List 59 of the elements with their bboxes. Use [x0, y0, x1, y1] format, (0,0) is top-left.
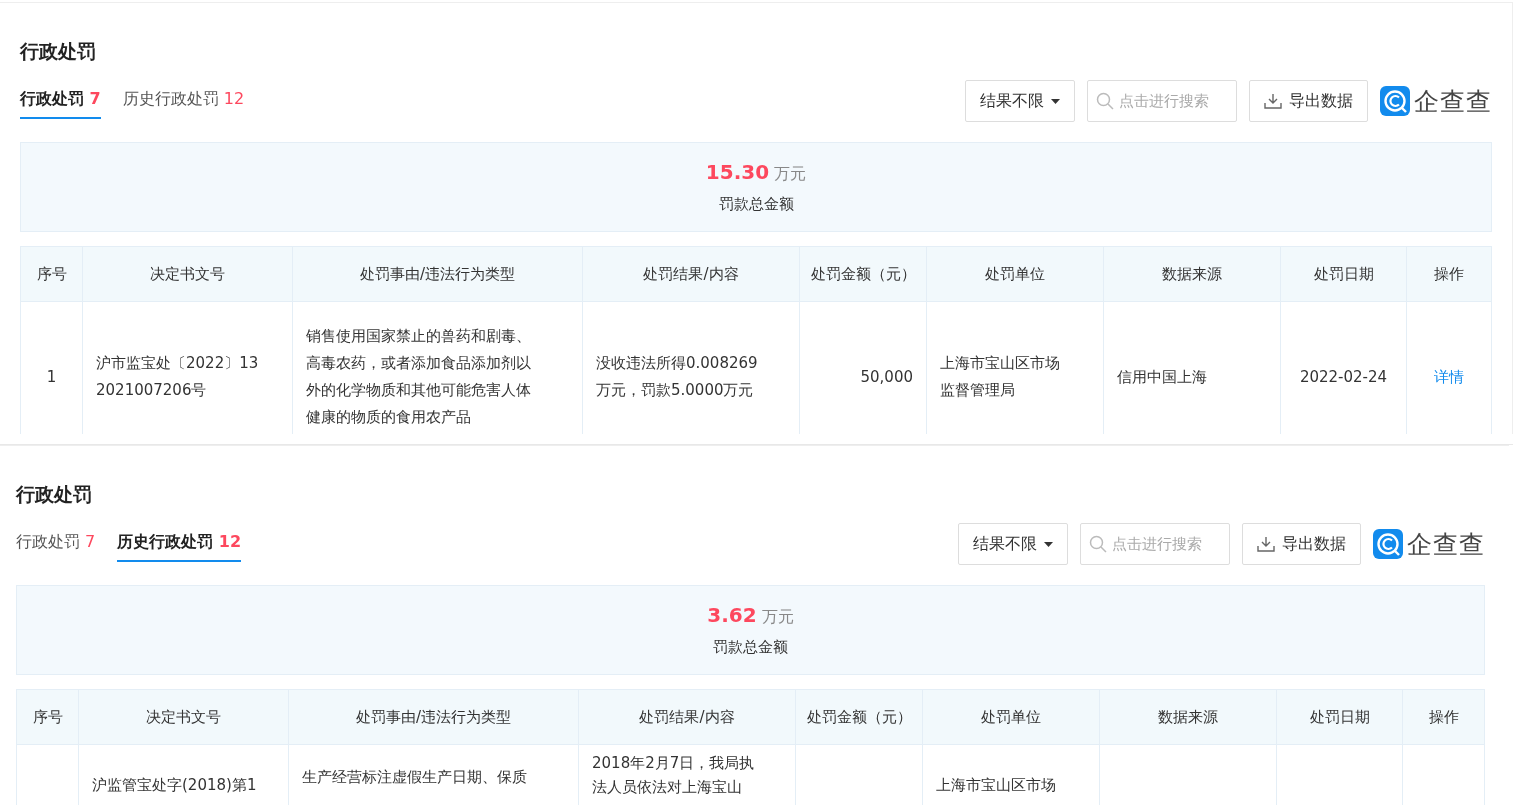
- column-header: 处罚事由/违法行为类型: [293, 247, 583, 301]
- column-header: 决定书文号: [79, 690, 289, 744]
- column-header: 数据来源: [1100, 690, 1277, 744]
- caret-icon: [1051, 98, 1060, 104]
- summary-label: 罚款总金额: [713, 638, 788, 657]
- summary-label: 罚款总金额: [718, 195, 794, 214]
- total-amount: 15.30: [705, 160, 770, 184]
- penalty-result: 2018年2月7日，我局执法人员依法对上海宝山: [592, 753, 756, 798]
- download-icon: [1257, 536, 1275, 552]
- penalty-amount: 50,000: [860, 366, 913, 388]
- column-header: 操作: [1427, 706, 1460, 728]
- decision-number: 沪监管宝处字(2018)第1: [92, 775, 257, 796]
- column-header: 处罚金额（元）: [800, 247, 927, 301]
- column-header: 操作: [1433, 263, 1465, 285]
- penalty-date: 2022-02-24: [1299, 366, 1388, 388]
- column-header: 处罚单位: [923, 690, 1100, 744]
- section-title: 行政处罚: [16, 482, 93, 507]
- search-field[interactable]: 点击进行搜索: [1080, 523, 1230, 565]
- logo-text: 企查查: [1407, 528, 1485, 561]
- export-button[interactable]: 导出数据: [1249, 80, 1368, 122]
- export-button[interactable]: 导出数据: [1242, 523, 1361, 565]
- tab[interactable]: 历史行政处罚 12: [117, 526, 242, 562]
- column-header: 序号: [17, 690, 79, 744]
- filter-dropdown[interactable]: 结果不限: [958, 523, 1068, 565]
- column-header: 处罚日期: [1281, 247, 1407, 301]
- total-amount: 3.62: [707, 603, 757, 627]
- logo-icon: [1380, 86, 1410, 116]
- caret-icon: [1044, 541, 1053, 547]
- column-header: 数据来源: [1104, 247, 1281, 301]
- tab[interactable]: 行政处罚 7: [16, 526, 96, 562]
- logo-text: 企查查: [1414, 85, 1492, 118]
- section-title: 行政处罚: [20, 39, 97, 64]
- column-header: 处罚单位: [927, 247, 1104, 301]
- penalty-authority: 上海市宝山区市场监督管理局: [940, 353, 1061, 401]
- penalty-result: 没收违法所得0.008269万元，罚款5.0000万元: [596, 353, 759, 401]
- data-source: 信用中国上海: [1117, 366, 1207, 388]
- tab[interactable]: 历史行政处罚 12: [122, 83, 245, 119]
- column-header: 处罚结果/内容: [583, 247, 800, 301]
- column-header: 处罚事由/违法行为类型: [289, 690, 579, 744]
- search-icon: [1089, 535, 1107, 553]
- search-field[interactable]: 点击进行搜索: [1087, 80, 1237, 122]
- download-icon: [1264, 93, 1282, 109]
- amount-unit: 万元: [761, 607, 794, 626]
- details-link[interactable]: 详情: [1434, 363, 1464, 391]
- column-header: 处罚金额（元）: [796, 690, 923, 744]
- search-icon: [1096, 92, 1114, 110]
- amount-unit: 万元: [774, 164, 807, 183]
- column-header: 序号: [21, 247, 83, 301]
- violation-reason: 生产经营标注虚假生产日期、保质: [302, 767, 527, 788]
- violation-reason: 销售使用国家禁止的兽药和剧毒、高毒农药，或者添加食品添加剂以外的化学物质和其他可能危害人体健康的物质的食用农产品: [306, 326, 532, 428]
- tab[interactable]: 行政处罚 7: [20, 83, 101, 119]
- row-number: 1: [46, 366, 57, 388]
- filter-dropdown[interactable]: 结果不限: [965, 80, 1075, 122]
- penalty-authority: 上海市宝山区市场: [936, 775, 1056, 796]
- column-header: 决定书文号: [83, 247, 293, 301]
- column-header: 处罚日期: [1277, 690, 1403, 744]
- logo-icon: [1373, 529, 1403, 559]
- decision-number: 沪市监宝处〔2022〕132021007206号: [96, 353, 260, 401]
- column-header: 处罚结果/内容: [579, 690, 796, 744]
